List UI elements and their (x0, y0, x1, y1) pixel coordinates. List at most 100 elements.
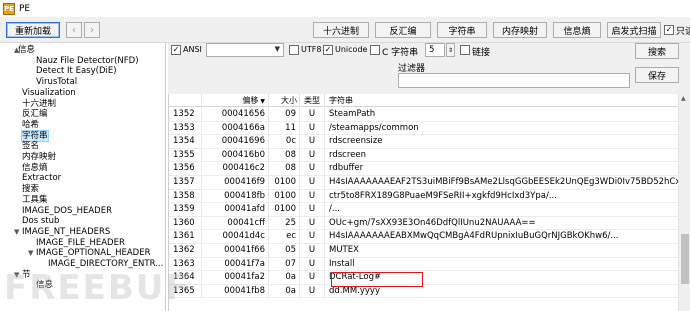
cell-type: U (300, 271, 325, 285)
table-row[interactable]: 1357 000416f9 0100 U H4sIAAAAAAAEAF2TS3uiMBi… (169, 176, 678, 190)
scroll-up-icon[interactable]: ▲ (681, 95, 686, 102)
cell-string: ctr5to8FRX189G8PuaeM9FSeRII+xgkfd9HcIxd3… (325, 190, 678, 204)
disassembly-button[interactable]: 反汇编 (375, 22, 431, 38)
reload-button[interactable]: 重新加载 (6, 22, 60, 38)
column-string[interactable]: 字符串 (325, 94, 678, 107)
cell-type: U (300, 257, 325, 272)
cell-size: 0100 (269, 176, 300, 190)
column-index[interactable] (169, 94, 202, 107)
cell-size: 0100 (269, 189, 300, 204)
cell-string: H4sIAAAAAAAEAF2TS3uiMBiFf9BsAMe2LlsqGGbE… (325, 176, 678, 190)
tree-item[interactable]: 搜索 (22, 184, 39, 194)
tree-item[interactable]: 十六进制 (22, 99, 56, 109)
table-row[interactable]: 1360 00041cff 25 U OUc+gm/7sXX93E3On46DdfQlI… (169, 216, 678, 231)
table-row[interactable]: 1361 00041d4c ec U H4sIAAAAAAAEABXMwQqCMBgA4… (169, 230, 678, 244)
filter-input[interactable] (398, 73, 630, 88)
strings-button[interactable]: 字符串 (437, 22, 487, 38)
encoding-select[interactable]: ▼ (206, 43, 284, 57)
cell-type: U (300, 189, 325, 204)
cell-offset: 00041afd (202, 203, 269, 217)
cell-string: OUc+gm/7sXX93E3On46DdfQlIUnu2NAUAAA== (325, 217, 678, 231)
pe-app-icon: PE (3, 2, 15, 15)
cell-string: rdbuffer (325, 162, 678, 176)
expand-icon[interactable]: ▼ (28, 249, 33, 257)
cell-string: rdscreensize (325, 135, 678, 149)
tree-item[interactable]: IMAGE_OPTIONAL_HEADER (36, 248, 150, 258)
expand-icon[interactable]: ▼ (14, 228, 19, 236)
table-header: 偏移 ▼ 大小 类型 字符串 (169, 94, 678, 107)
save-button[interactable]: 保存 (635, 67, 679, 83)
column-offset[interactable]: 偏移 ▼ (202, 94, 269, 107)
cell-offset: 000416f9 (202, 176, 269, 190)
cell-offset: 00041f66 (202, 244, 269, 258)
tree-item[interactable]: IMAGE_DOS_HEADER (22, 206, 112, 216)
table-row[interactable]: 1355 000416b0 08 Urdscreen (169, 148, 678, 163)
table-row[interactable]: 1352 00041656 09 U SteamPath (169, 108, 678, 122)
cell-string: /... (325, 203, 678, 217)
tree-item[interactable]: IMAGE_NT_HEADERS (22, 227, 110, 237)
cell-offset: 00041656 (202, 108, 269, 122)
cell-offset: 0004166a (202, 121, 269, 136)
table-row[interactable]: 1358 000418fb 0100 Uctr5to8FRX189G8PuaeM9FS… (169, 189, 678, 204)
cell-index: 1360 (169, 216, 202, 231)
chevron-left-icon[interactable]: ‹ (66, 22, 82, 38)
scrollbar-thumb[interactable] (681, 234, 689, 284)
cell-index: 1358 (169, 189, 202, 204)
table-row[interactable]: 1362 00041f66 05 U MUTEX (169, 244, 678, 258)
spinner-arrows-icon[interactable]: ⇕ (446, 43, 455, 57)
cell-offset: 000416c2 (202, 162, 269, 176)
tree-item[interactable]: VirusTotal (36, 77, 77, 87)
table-row[interactable]: 1353 0004166a 11 U/steamapps/common (169, 121, 678, 136)
cell-size: 07 (269, 257, 300, 272)
tree-item[interactable]: 信息熵 (22, 163, 48, 173)
chevron-right-icon[interactable]: › (84, 22, 100, 38)
tree-item[interactable]: 反汇编 (22, 109, 48, 119)
cell-index: 1353 (169, 121, 202, 136)
heuristic-scan-button[interactable]: 启发式扫描 (607, 22, 661, 38)
cell-size: 11 (269, 121, 300, 136)
cell-index: 1356 (169, 162, 202, 176)
cell-type: U (300, 203, 325, 217)
cell-string: /steamapps/common (325, 122, 678, 136)
tree-item[interactable]: Detect It Easy(DiE) (36, 66, 117, 76)
memory-map-button[interactable]: 内存映射 (493, 22, 547, 38)
cell-size: ec (269, 230, 300, 244)
utf8-checkbox[interactable] (289, 45, 299, 55)
ansi-checkbox[interactable]: ✓ (171, 45, 181, 55)
table-row[interactable]: 1359 00041afd 0100 U/... (169, 203, 678, 217)
chevron-down-icon: ▼ (274, 45, 280, 53)
column-type[interactable]: 类型 (300, 94, 325, 107)
cell-type: U (300, 108, 325, 122)
link-checkbox[interactable] (460, 45, 470, 55)
tree-item[interactable]: 签名 (22, 141, 39, 151)
unicode-checkbox[interactable]: ✓ (323, 45, 333, 55)
tree-item[interactable]: Extractor (22, 173, 61, 183)
tree-item[interactable]: 哈希 (22, 120, 39, 130)
tree-item[interactable]: IMAGE_FILE_HEADER (36, 238, 125, 248)
c-string-checkbox[interactable] (370, 45, 380, 55)
cell-offset: 000416b0 (202, 148, 269, 163)
cell-type: U (300, 176, 325, 190)
search-button[interactable]: 搜索 (635, 43, 679, 59)
tree-item[interactable]: Nauz File Detector(NFD) (36, 56, 139, 66)
table-row[interactable]: 1354 00041696 0c Urdscreensize (169, 135, 678, 149)
tree-item[interactable]: Dos stub (22, 216, 59, 226)
tree-item[interactable]: 信息 (18, 45, 35, 55)
table-row[interactable]: 1364 00041fa2 0a U DCRat-Log# (169, 271, 678, 285)
min-length-spinner[interactable]: 5 (425, 43, 445, 57)
vertical-scrollbar[interactable]: ▲ (678, 94, 690, 311)
tree-item[interactable]: 工具集 (22, 195, 48, 205)
table-row[interactable]: 1365 00041fb8 0a Udd.MM.yyyy (169, 284, 678, 299)
tree-item[interactable]: Visualization (22, 88, 76, 98)
readonly-checkbox[interactable]: ✓ (664, 25, 674, 35)
cell-offset: 00041f7a (202, 257, 269, 272)
table-row[interactable]: 1363 00041f7a 07 U Install (169, 257, 678, 272)
entropy-button[interactable]: 信息熵 (553, 22, 601, 38)
cell-string: rdscreen (325, 149, 678, 163)
tree-item[interactable]: 字符串 (21, 129, 49, 142)
column-size[interactable]: 大小 (269, 94, 300, 107)
tree-item[interactable]: 内存映射 (22, 152, 56, 162)
table-row[interactable]: 1356 000416c2 08 Urdbuffer (169, 162, 678, 176)
hex-button[interactable]: 十六进制 (313, 22, 369, 38)
cell-type: U (300, 121, 325, 136)
